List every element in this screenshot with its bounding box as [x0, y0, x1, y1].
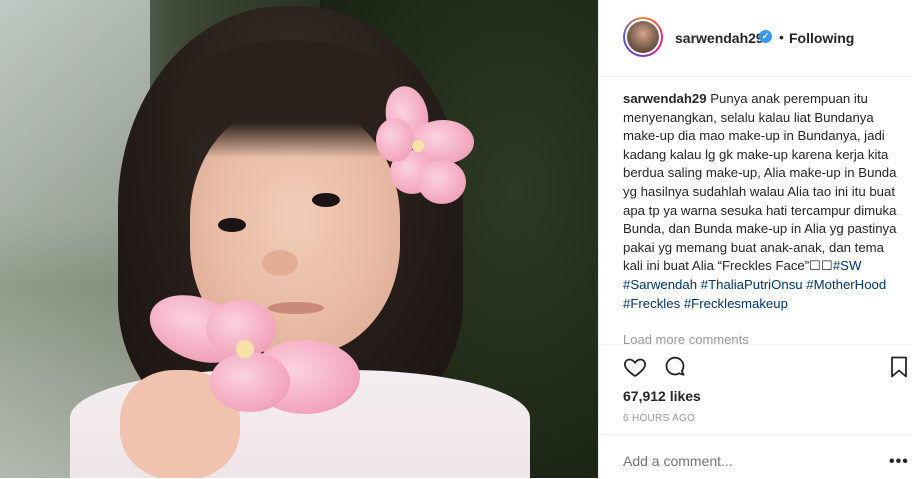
- post-photo[interactable]: [0, 0, 598, 478]
- left-eye: [218, 218, 246, 232]
- hashtag-link[interactable]: #ThaliaPutriOnsu: [701, 277, 803, 292]
- girl-bangs: [176, 40, 406, 158]
- load-more-comments-link[interactable]: Load more comments: [623, 332, 749, 344]
- bookmark-icon[interactable]: [887, 355, 911, 379]
- avatar[interactable]: [623, 17, 663, 57]
- add-comment-input[interactable]: [623, 453, 863, 469]
- heart-icon[interactable]: [623, 355, 647, 379]
- hashtag-link[interactable]: #SW: [833, 258, 862, 273]
- hashtag-link[interactable]: #MotherHood: [806, 277, 886, 292]
- post-details-panel: sarwendah29 ✓ • Following sarwendah29 Pu…: [598, 0, 912, 478]
- separator-dot: •: [779, 29, 784, 45]
- likes-count[interactable]: 67,912 likes: [623, 388, 701, 404]
- mouth: [268, 302, 324, 314]
- post-caption: sarwendah29 Punya anak perempuan itu men…: [623, 90, 899, 313]
- right-eye: [312, 193, 340, 207]
- caption-text: Punya anak perempuan itu menyenangkan, s…: [623, 91, 897, 274]
- hashtag-link[interactable]: #Freckles: [623, 296, 680, 311]
- nose: [262, 250, 298, 276]
- action-bar: [599, 344, 912, 385]
- post-timestamp[interactable]: 6 HOURS AGO: [623, 413, 695, 424]
- add-comment-row: •••: [599, 434, 912, 479]
- following-button[interactable]: Following: [789, 30, 854, 46]
- hashtag-link[interactable]: #Sarwendah: [623, 277, 697, 292]
- comment-icon[interactable]: [663, 355, 687, 379]
- hashtag-link[interactable]: #Frecklesmakeup: [684, 296, 788, 311]
- username-link[interactable]: sarwendah29: [675, 30, 764, 46]
- caption-username[interactable]: sarwendah29: [623, 91, 707, 106]
- more-options-icon[interactable]: •••: [889, 453, 909, 471]
- post-header: sarwendah29 ✓ • Following: [599, 0, 912, 77]
- caption-boxes: ☐☐: [809, 258, 833, 274]
- verified-badge-icon: ✓: [759, 30, 772, 43]
